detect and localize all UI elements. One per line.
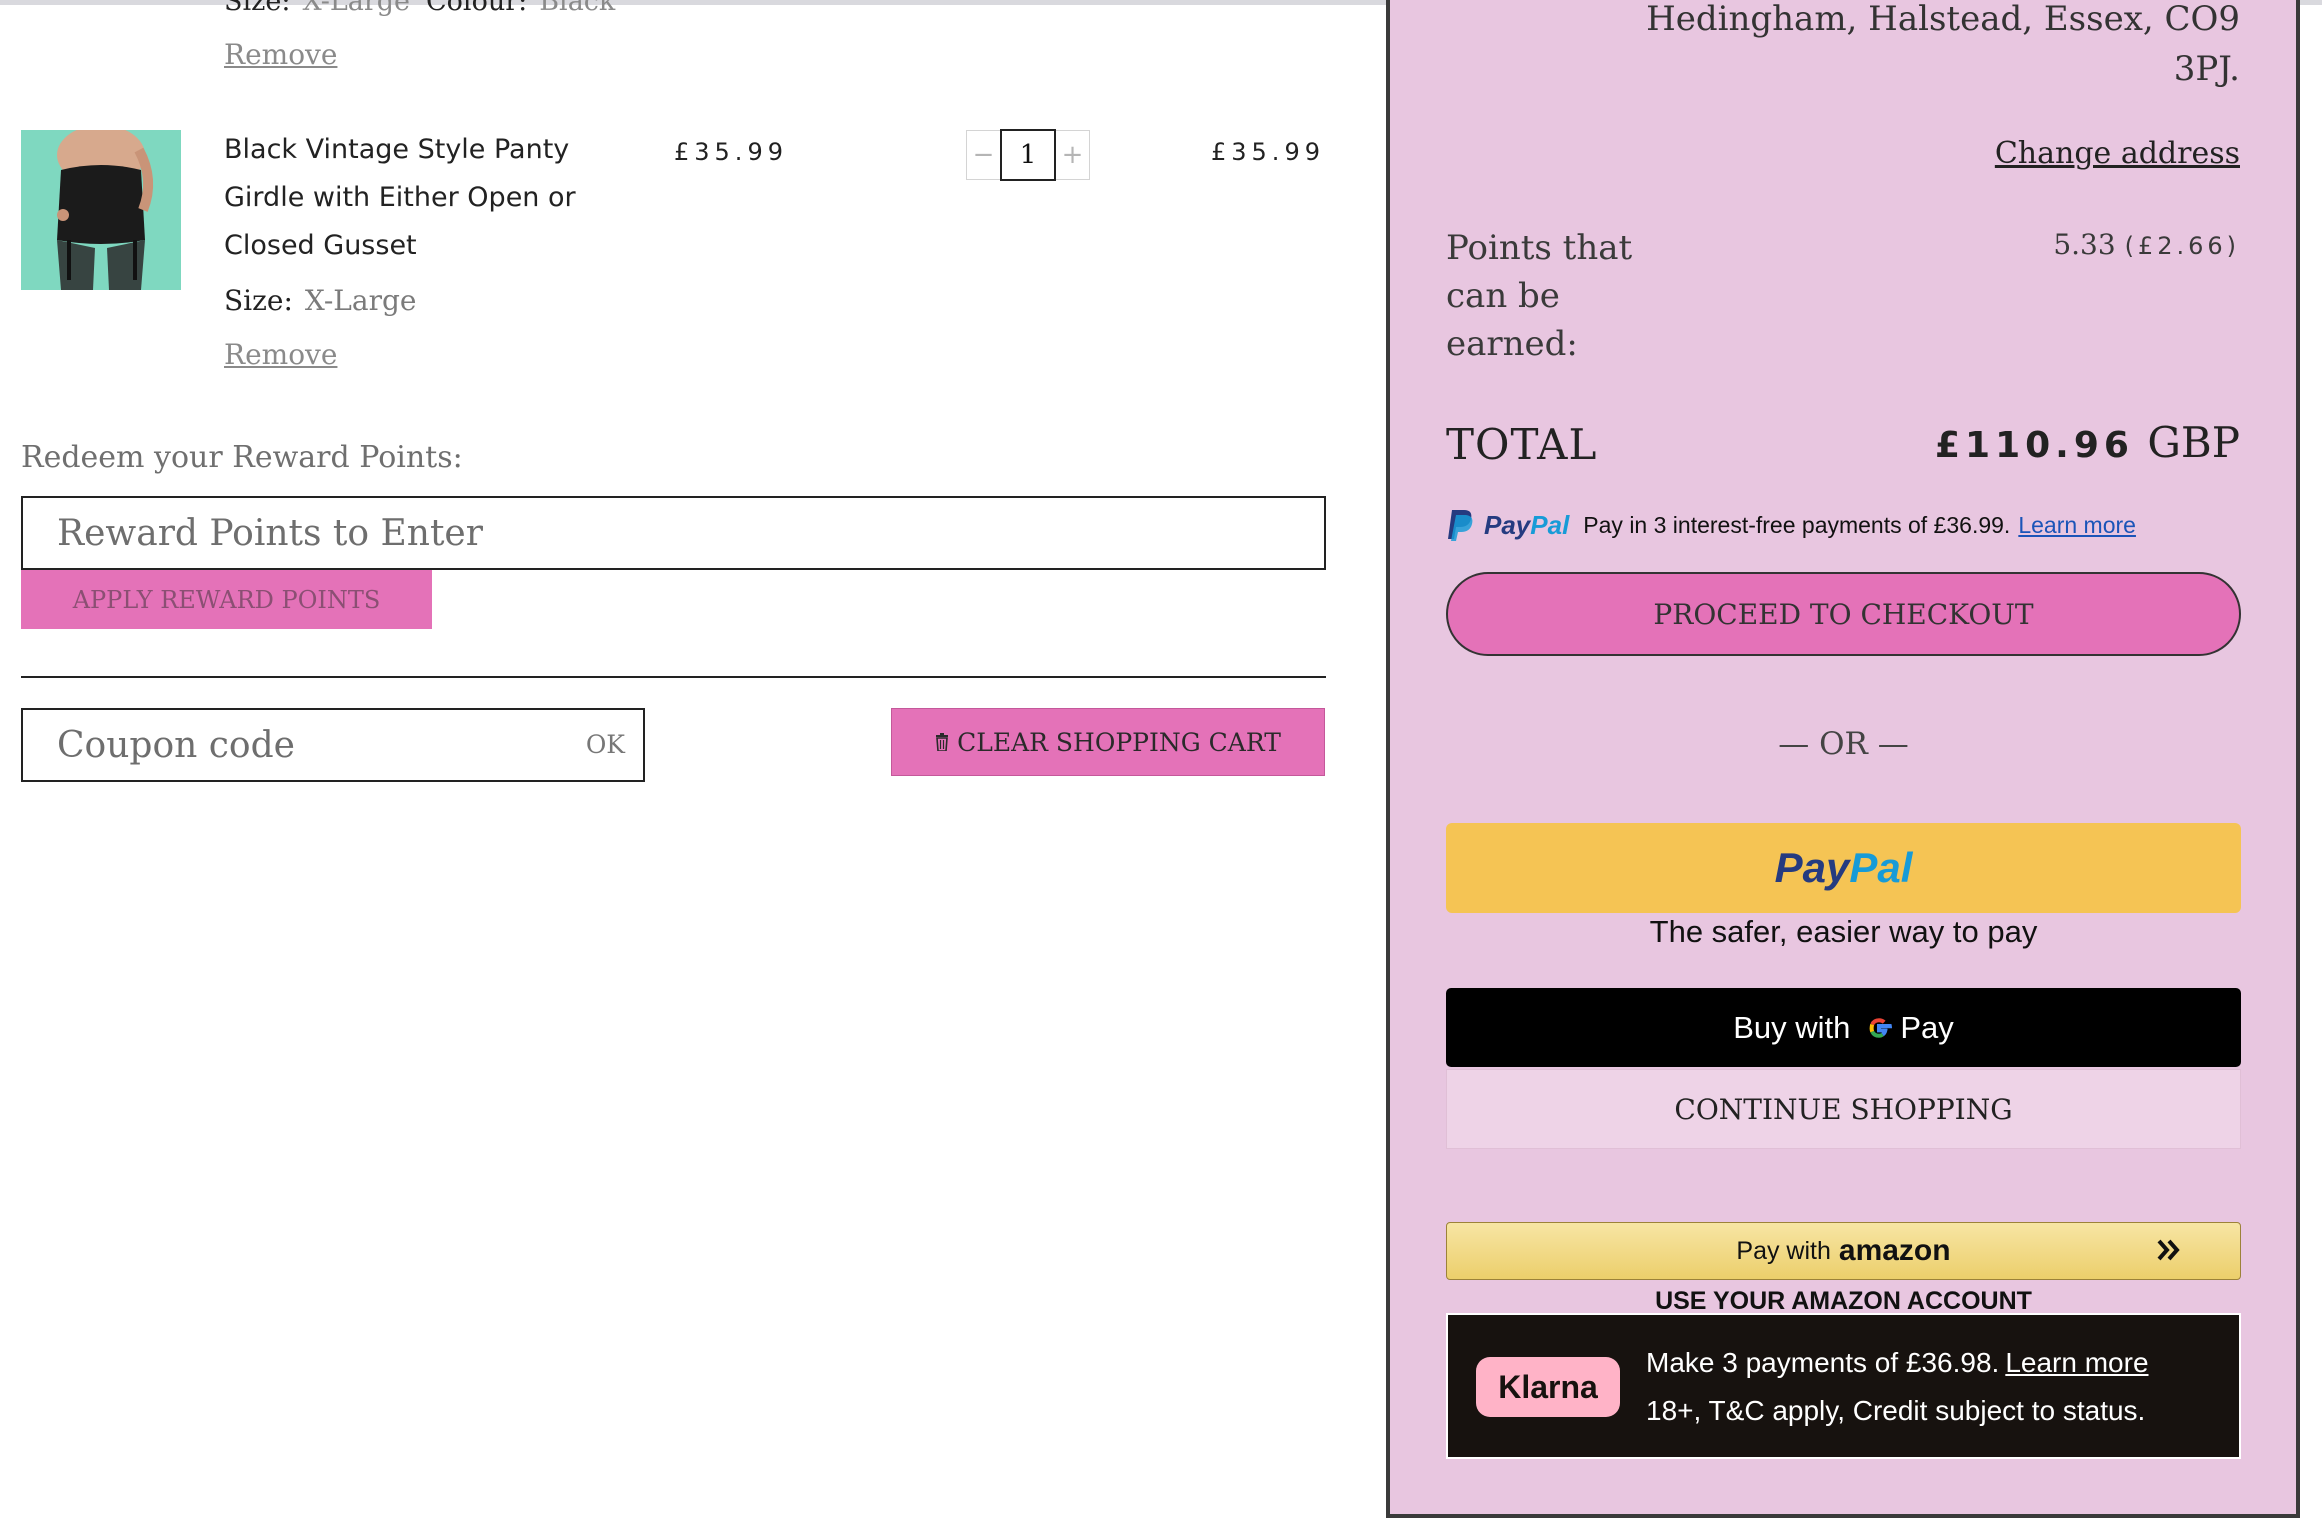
klarna-learn-more-link[interactable]: Learn more xyxy=(2005,1347,2148,1378)
google-g-icon xyxy=(1869,1017,1893,1038)
paypal-wordmark: PayPal xyxy=(1484,509,1570,540)
points-earned-value: 5.33 (£2.66) xyxy=(2053,228,2240,261)
trash-icon xyxy=(936,733,949,751)
klarna-line-2: 18+, T&C apply, Credit subject to status… xyxy=(1646,1395,2146,1426)
line-total: £35.99 xyxy=(1211,138,1325,166)
coupon-input[interactable] xyxy=(23,710,543,780)
previous-item-attributes: Size: X-Large Colour: Black xyxy=(224,0,631,17)
amazon-pay-button[interactable]: Pay with amazon xyxy=(1446,1222,2241,1280)
total-value: £110.96 GBP xyxy=(1935,418,2240,467)
unit-price: £35.99 xyxy=(674,138,788,166)
coupon-field: OK xyxy=(21,708,645,782)
remove-item-link[interactable]: Remove xyxy=(224,338,337,371)
points-money: (£2.66) xyxy=(2124,232,2240,260)
klarna-line-1: Make 3 payments of £36.98. xyxy=(1646,1347,2000,1378)
amazon-wordmark: amazon xyxy=(1838,1234,1951,1267)
section-divider xyxy=(21,676,1326,678)
paypal-message-text: Pay in 3 interest-free payments of £36.9… xyxy=(1583,511,2011,538)
clear-shopping-cart-button[interactable]: CLEAR SHOPPING CART xyxy=(891,708,1325,776)
paypal-checkout-button[interactable]: Pay Pal xyxy=(1446,823,2241,913)
gpay-suffix: Pay xyxy=(1900,1009,1954,1045)
total-label: TOTAL xyxy=(1446,420,1598,469)
remove-previous-item-link[interactable]: Remove xyxy=(224,38,337,71)
gpay-prefix: Buy with xyxy=(1733,1009,1851,1045)
paypal-tagline: The safer, easier way to pay xyxy=(1649,914,2038,949)
continue-shopping-button[interactable]: CONTINUE SHOPPING xyxy=(1446,1069,2241,1149)
item-size: Size: X-Large xyxy=(224,284,416,317)
google-pay-button[interactable]: Buy with Pay xyxy=(1446,988,2241,1067)
or-separator: — OR — xyxy=(1778,726,1909,762)
redeem-points-label: Redeem your Reward Points: xyxy=(21,440,463,475)
clear-shopping-cart-label: CLEAR SHOPPING CART xyxy=(957,727,1281,757)
reward-points-input[interactable] xyxy=(21,496,1326,570)
address-line-2: 3PJ. xyxy=(2173,49,2240,89)
klarna-logo: Klarna xyxy=(1476,1357,1620,1417)
points-earned-label: Points that can be earned: xyxy=(1446,228,1633,364)
total-amount: £110.96 xyxy=(1934,425,2134,466)
klarna-text: Make 3 payments of £36.98. Learn more 18+… xyxy=(1646,1339,2149,1435)
change-address-link[interactable]: Change address xyxy=(1995,136,2240,171)
apply-reward-points-button[interactable]: APPLY REWARD POINTS xyxy=(21,570,432,629)
double-chevron-right-icon xyxy=(2157,1239,2180,1261)
quantity-stepper[interactable]: − 1 + xyxy=(966,129,1090,182)
quantity-increase-button[interactable]: + xyxy=(1056,130,1090,180)
paypal-pay-in-3-message: PayPal Pay in 3 interest-free payments o… xyxy=(1446,508,2136,542)
product-thumbnail[interactable] xyxy=(21,130,181,290)
proceed-to-checkout-button[interactable]: PROCEED TO CHECKOUT xyxy=(1446,572,2241,656)
amazon-pay-prefix: Pay with xyxy=(1736,1236,1831,1265)
paypal-pal-text: Pal xyxy=(1849,844,1913,891)
shipping-address: Hedingham, Halstead, Essex, CO9 3PJ. xyxy=(1646,0,2240,94)
paypal-p-icon xyxy=(1448,510,1473,541)
klarna-message: Klarna Make 3 payments of £36.98. Learn m… xyxy=(1446,1313,2241,1459)
size-value: X-Large xyxy=(302,0,411,17)
address-line-1: Hedingham, Halstead, Essex, CO9 xyxy=(1646,0,2240,39)
order-summary-panel: Hedingham, Halstead, Essex, CO9 3PJ. Cha… xyxy=(1386,0,2300,1518)
colour-value: Black xyxy=(539,0,616,17)
size-label: Size: xyxy=(224,284,293,317)
size-label: Size: xyxy=(224,0,291,17)
quantity-input[interactable]: 1 xyxy=(1000,129,1056,181)
points-number: 5.33 xyxy=(2053,228,2116,261)
coupon-ok-button[interactable]: OK xyxy=(586,730,625,759)
size-value: X-Large xyxy=(304,284,417,317)
product-name[interactable]: Black Vintage Style Panty Girdle with Ei… xyxy=(224,126,604,270)
quantity-decrease-button[interactable]: − xyxy=(966,130,1000,180)
paypal-pay-text: Pay xyxy=(1774,844,1850,891)
paypal-learn-more-link[interactable]: Learn more xyxy=(2018,512,2136,539)
colour-label: Colour: xyxy=(426,0,528,17)
amazon-account-note: USE YOUR AMAZON ACCOUNT xyxy=(1655,1287,2032,1315)
total-currency: GBP xyxy=(2147,418,2240,467)
